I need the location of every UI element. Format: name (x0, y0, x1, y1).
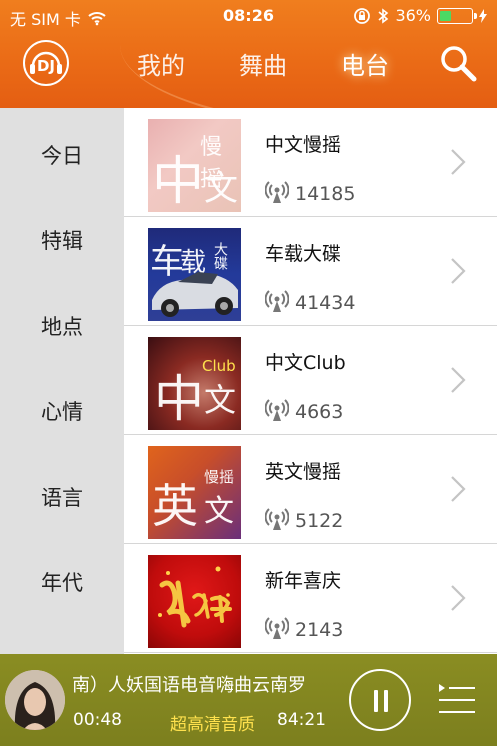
station-cover (148, 555, 241, 648)
station-name: 英文慢摇 (265, 461, 342, 483)
chevron-right-icon (451, 149, 466, 175)
station-cover: Club 中 文 (148, 337, 241, 430)
broadcast-icon (265, 508, 289, 530)
broadcast-icon (265, 617, 289, 639)
station-row[interactable]: 慢摇 中 文 中文慢摇 14185 (124, 108, 497, 217)
station-row[interactable]: 大碟 车 载 车载大碟 41434 (124, 217, 497, 326)
sports-car-image (152, 272, 238, 317)
mini-player: 南）人妖国语电音嗨曲云南罗 00:48 超高清音质 84:21 (0, 654, 497, 746)
station-cover: 慢摇 中 文 (148, 119, 241, 212)
artist-avatar[interactable] (5, 670, 65, 730)
playlist-icon[interactable] (437, 682, 477, 718)
station-name: 新年喜庆 (265, 570, 342, 592)
search-icon[interactable] (437, 42, 479, 84)
chevron-right-icon (451, 585, 466, 611)
battery-icon (437, 7, 477, 24)
now-playing-title: 南）人妖国语电音嗨曲云南罗 (72, 675, 306, 696)
chevron-right-icon (451, 258, 466, 284)
status-bar: 无 SIM 卡 08:26 36% (0, 0, 497, 32)
cover-main-char: 中 (154, 370, 204, 428)
sidebar-item-language[interactable]: 语言 (0, 478, 124, 518)
cover-main-char: 中 (152, 152, 205, 212)
cover-tag: 慢摇 (204, 468, 235, 486)
station-name: 中文Club (265, 352, 346, 374)
broadcast-icon (265, 181, 289, 203)
station-row[interactable]: 慢摇 英 文 英文慢摇 5122 (124, 435, 497, 544)
battery-percent: 36% (395, 6, 431, 25)
dj-logo-text: DJ (36, 57, 56, 75)
sidebar-item-special[interactable]: 特辑 (0, 221, 124, 261)
broadcast-icon (265, 290, 289, 312)
total-time: 84:21 (277, 710, 326, 730)
listen-count: 41434 (295, 292, 356, 314)
cover-sub-char: 文 (204, 169, 238, 209)
charging-icon (479, 8, 487, 23)
sidebar-item-location[interactable]: 地点 (0, 307, 124, 347)
cover-sub-char: 文 (204, 494, 234, 529)
broadcast-icon (265, 399, 289, 421)
dj-logo-button[interactable]: DJ (23, 40, 69, 86)
cover-main-char: 英 (152, 479, 198, 533)
sidebar-item-era[interactable]: 年代 (0, 563, 124, 603)
listen-count: 4663 (295, 401, 344, 423)
app-header: 无 SIM 卡 08:26 36% DJ 我的 舞曲 电台 (0, 0, 497, 108)
sidebar-item-mood[interactable]: 心情 (0, 392, 124, 432)
new-year-calligraphy-image (158, 566, 232, 628)
sidebar-item-today[interactable]: 今日 (0, 136, 124, 176)
station-cover: 慢摇 英 文 (148, 446, 241, 539)
chevron-right-icon (451, 476, 466, 502)
listen-count: 5122 (295, 510, 344, 532)
audio-quality-label[interactable]: 超高清音质 (170, 710, 255, 735)
artist-portrait-image (5, 670, 65, 730)
pause-icon (374, 690, 378, 712)
station-name: 车载大碟 (265, 243, 342, 265)
pause-icon-bar (384, 690, 388, 712)
tab-mine[interactable]: 我的 (110, 46, 212, 80)
station-row[interactable]: Club 中 文 中文Club 4663 (124, 326, 497, 435)
station-list: 慢摇 中 文 中文慢摇 14185 大碟 车 载 车载大碟 41434 Club… (124, 108, 497, 654)
pause-button[interactable] (349, 669, 411, 731)
orientation-lock-icon (354, 7, 371, 24)
listen-count: 2143 (295, 619, 344, 641)
elapsed-time: 00:48 (73, 710, 122, 730)
top-nav-tabs: 我的 舞曲 电台 (110, 46, 416, 80)
tab-radio[interactable]: 电台 (314, 46, 416, 80)
station-name: 中文慢摇 (265, 134, 342, 156)
bluetooth-icon (378, 7, 389, 24)
cover-tag: Club (202, 357, 236, 375)
chevron-right-icon (451, 367, 466, 393)
category-sidebar: 今日 特辑 地点 心情 语言 年代 (0, 108, 124, 654)
station-row[interactable]: 新年喜庆 2143 (124, 544, 497, 653)
cover-sub-char: 文 (204, 381, 237, 419)
listen-count: 14185 (295, 183, 356, 205)
tab-dance-music[interactable]: 舞曲 (212, 46, 314, 80)
station-cover: 大碟 车 载 (148, 228, 241, 321)
